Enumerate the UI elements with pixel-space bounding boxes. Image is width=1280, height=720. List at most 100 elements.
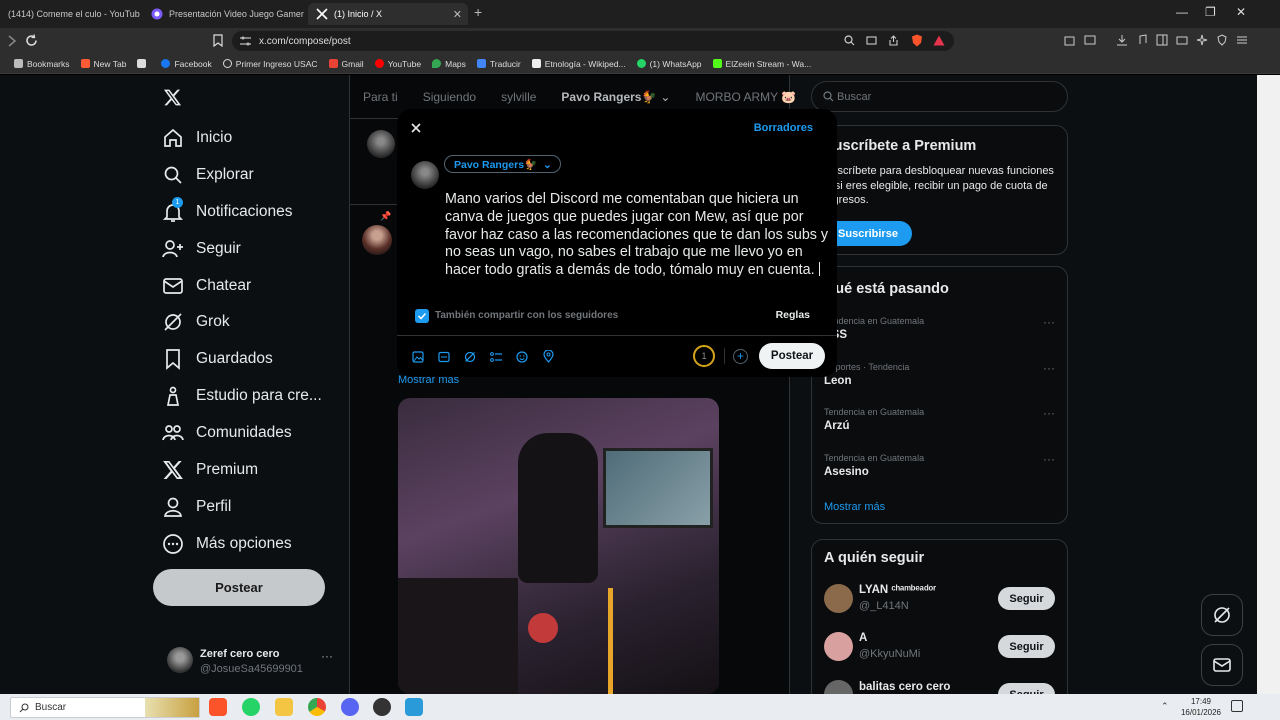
search-box[interactable]: Buscar [811, 81, 1068, 112]
whatsapp-taskbar-icon[interactable] [242, 698, 260, 716]
post-textarea[interactable]: Mano varios del Discord me comentaban qu… [445, 191, 830, 280]
nav-item-estudio-para-cre[interactable]: Estudio para cre... [162, 385, 322, 407]
reload-icon[interactable] [25, 34, 38, 47]
more-dots-icon[interactable]: ··· [1043, 452, 1055, 466]
nav-item-más-opciones[interactable]: Más opciones [162, 533, 292, 555]
tab-para-ti[interactable]: Para ti [363, 90, 398, 104]
mail-icon [1213, 658, 1231, 672]
emoji-icon[interactable] [516, 351, 528, 363]
x-logo-icon[interactable] [163, 88, 182, 107]
close-tab-icon[interactable]: ✕ [453, 8, 462, 21]
wallet-icon[interactable] [1084, 34, 1096, 46]
audience-selector[interactable]: Pavo Rangers🐓 ⌄ [444, 155, 561, 173]
download-icon[interactable] [1116, 34, 1128, 46]
capture-app-icon[interactable] [405, 698, 423, 716]
bookmark-item[interactable]: ElZeein Stream - Wa... [712, 59, 811, 69]
poll-icon[interactable] [490, 351, 503, 363]
share-icon[interactable] [888, 35, 899, 46]
nav-item-notificaciones[interactable]: 1 Notificaciones [162, 197, 293, 223]
tab-sylville[interactable]: sylville [501, 90, 536, 104]
location-icon[interactable] [543, 350, 554, 363]
more-dots-icon[interactable]: ··· [1043, 361, 1055, 375]
bookmark-item[interactable]: Traducir [476, 59, 521, 69]
recording-app-icon[interactable] [373, 698, 391, 716]
zoom-icon[interactable] [844, 35, 855, 46]
bookmark-item[interactable]: Facebook [161, 59, 212, 69]
address-bar[interactable]: x.com/compose/post [232, 31, 954, 51]
forward-icon[interactable] [7, 35, 17, 47]
nav-item-explorar[interactable]: Explorar [162, 164, 254, 186]
post-video-thumbnail[interactable] [398, 398, 719, 694]
nav-item-inicio[interactable]: Inicio [162, 127, 232, 149]
trends-show-more[interactable]: Mostrar más [824, 501, 885, 513]
bookmark-item[interactable]: Bookmarks [14, 59, 70, 69]
more-dots-icon[interactable]: ··· [321, 649, 333, 663]
site-settings-icon[interactable] [240, 36, 251, 46]
bookmark-item[interactable]: YouTube [374, 59, 421, 69]
more-dots-icon[interactable]: ··· [1043, 315, 1055, 329]
bookmark-item[interactable]: Maps [432, 59, 466, 69]
nav-item-guardados[interactable]: Guardados [162, 348, 273, 370]
nav-item-perfil[interactable]: Perfil [162, 496, 231, 518]
rules-link[interactable]: Reglas [776, 309, 810, 321]
nav-item-grok[interactable]: Grok [162, 311, 230, 333]
nav-item-premium[interactable]: Premium [162, 459, 258, 481]
browser-tab-canva[interactable]: Presentación Video Juego Gamer Vid [143, 3, 305, 25]
drafts-button[interactable]: Borradores [754, 122, 813, 134]
tab-pavo-rangers[interactable]: Pavo Rangers🐓 ⌄ [561, 90, 670, 104]
tab-siguiendo[interactable]: Siguiendo [423, 90, 476, 104]
browser-tab-youtube[interactable]: (1414) Comeme el culo - YouTube [0, 3, 140, 25]
new-tab-icon[interactable]: + [474, 4, 482, 20]
media-icon[interactable] [412, 351, 424, 363]
follow-button[interactable]: Seguir [998, 683, 1055, 694]
obs-icon[interactable] [341, 698, 359, 716]
bookmark-item[interactable]: Gmail [328, 59, 364, 69]
close-icon[interactable] [411, 123, 421, 133]
extensions-icon[interactable] [1064, 34, 1076, 46]
taskbar-search[interactable]: Buscar [10, 697, 200, 718]
nav-item-seguir[interactable]: Seguir [162, 238, 241, 260]
follow-button[interactable]: Seguir [998, 635, 1055, 658]
file-explorer-icon[interactable] [275, 698, 293, 716]
more-dots-icon[interactable]: ··· [1043, 406, 1055, 420]
follow-button[interactable]: Seguir [998, 587, 1055, 610]
leo-ai-icon[interactable] [1196, 34, 1208, 46]
post-button[interactable]: Postear [153, 569, 325, 606]
brave-rewards-icon[interactable] [933, 35, 945, 46]
chrome-icon[interactable] [308, 698, 326, 716]
browser-tab-x[interactable]: (1) Inicio / X ✕ [308, 3, 468, 25]
share-followers-checkbox[interactable] [415, 309, 429, 323]
bookmark-item[interactable]: (1) WhatsApp [636, 59, 702, 69]
bookmark-item[interactable]: Etnología - Wikiped... [531, 59, 626, 69]
tab-morbo-army[interactable]: MORBO ARMY 🐷 [695, 90, 796, 104]
subscribe-button[interactable]: Suscribirse [824, 221, 912, 246]
notifications-icon[interactable] [1231, 700, 1243, 712]
add-post-icon[interactable]: + [733, 349, 748, 364]
maximize-icon[interactable]: ❐ [1205, 5, 1216, 19]
clock[interactable]: 17:49 16/01/2026 [1176, 696, 1226, 718]
close-window-icon[interactable]: ✕ [1236, 5, 1246, 19]
menu-icon[interactable] [1236, 34, 1248, 46]
grok-fab[interactable] [1201, 594, 1243, 636]
bookmark-item[interactable]: New Tab [80, 59, 126, 69]
nav-item-chatear[interactable]: Chatear [162, 275, 251, 297]
page-scrollbar[interactable] [1257, 75, 1280, 694]
gif-icon[interactable] [438, 351, 450, 363]
cast-icon[interactable] [866, 35, 877, 46]
vpn-icon[interactable] [1216, 34, 1228, 46]
grok-icon[interactable] [464, 351, 476, 363]
sidebar-icon[interactable] [1156, 34, 1168, 46]
bookmark-item[interactable] [137, 59, 150, 68]
submit-post-button[interactable]: Postear [759, 343, 825, 369]
brave-taskbar-icon[interactable] [209, 698, 227, 716]
media-icon[interactable] [1136, 34, 1148, 46]
mail-icon [163, 278, 183, 294]
minimize-icon[interactable]: — [1176, 5, 1188, 19]
brave-shield-icon[interactable] [911, 34, 923, 47]
nav-item-comunidades[interactable]: Comunidades [162, 422, 292, 444]
bookmark-item[interactable]: Primer Ingreso USAC [222, 59, 318, 69]
bookmark-page-icon[interactable] [213, 34, 223, 47]
wallet-card-icon[interactable] [1176, 34, 1188, 46]
messages-fab[interactable] [1201, 644, 1243, 686]
chevron-up-icon[interactable]: ⌃ [1161, 701, 1169, 712]
